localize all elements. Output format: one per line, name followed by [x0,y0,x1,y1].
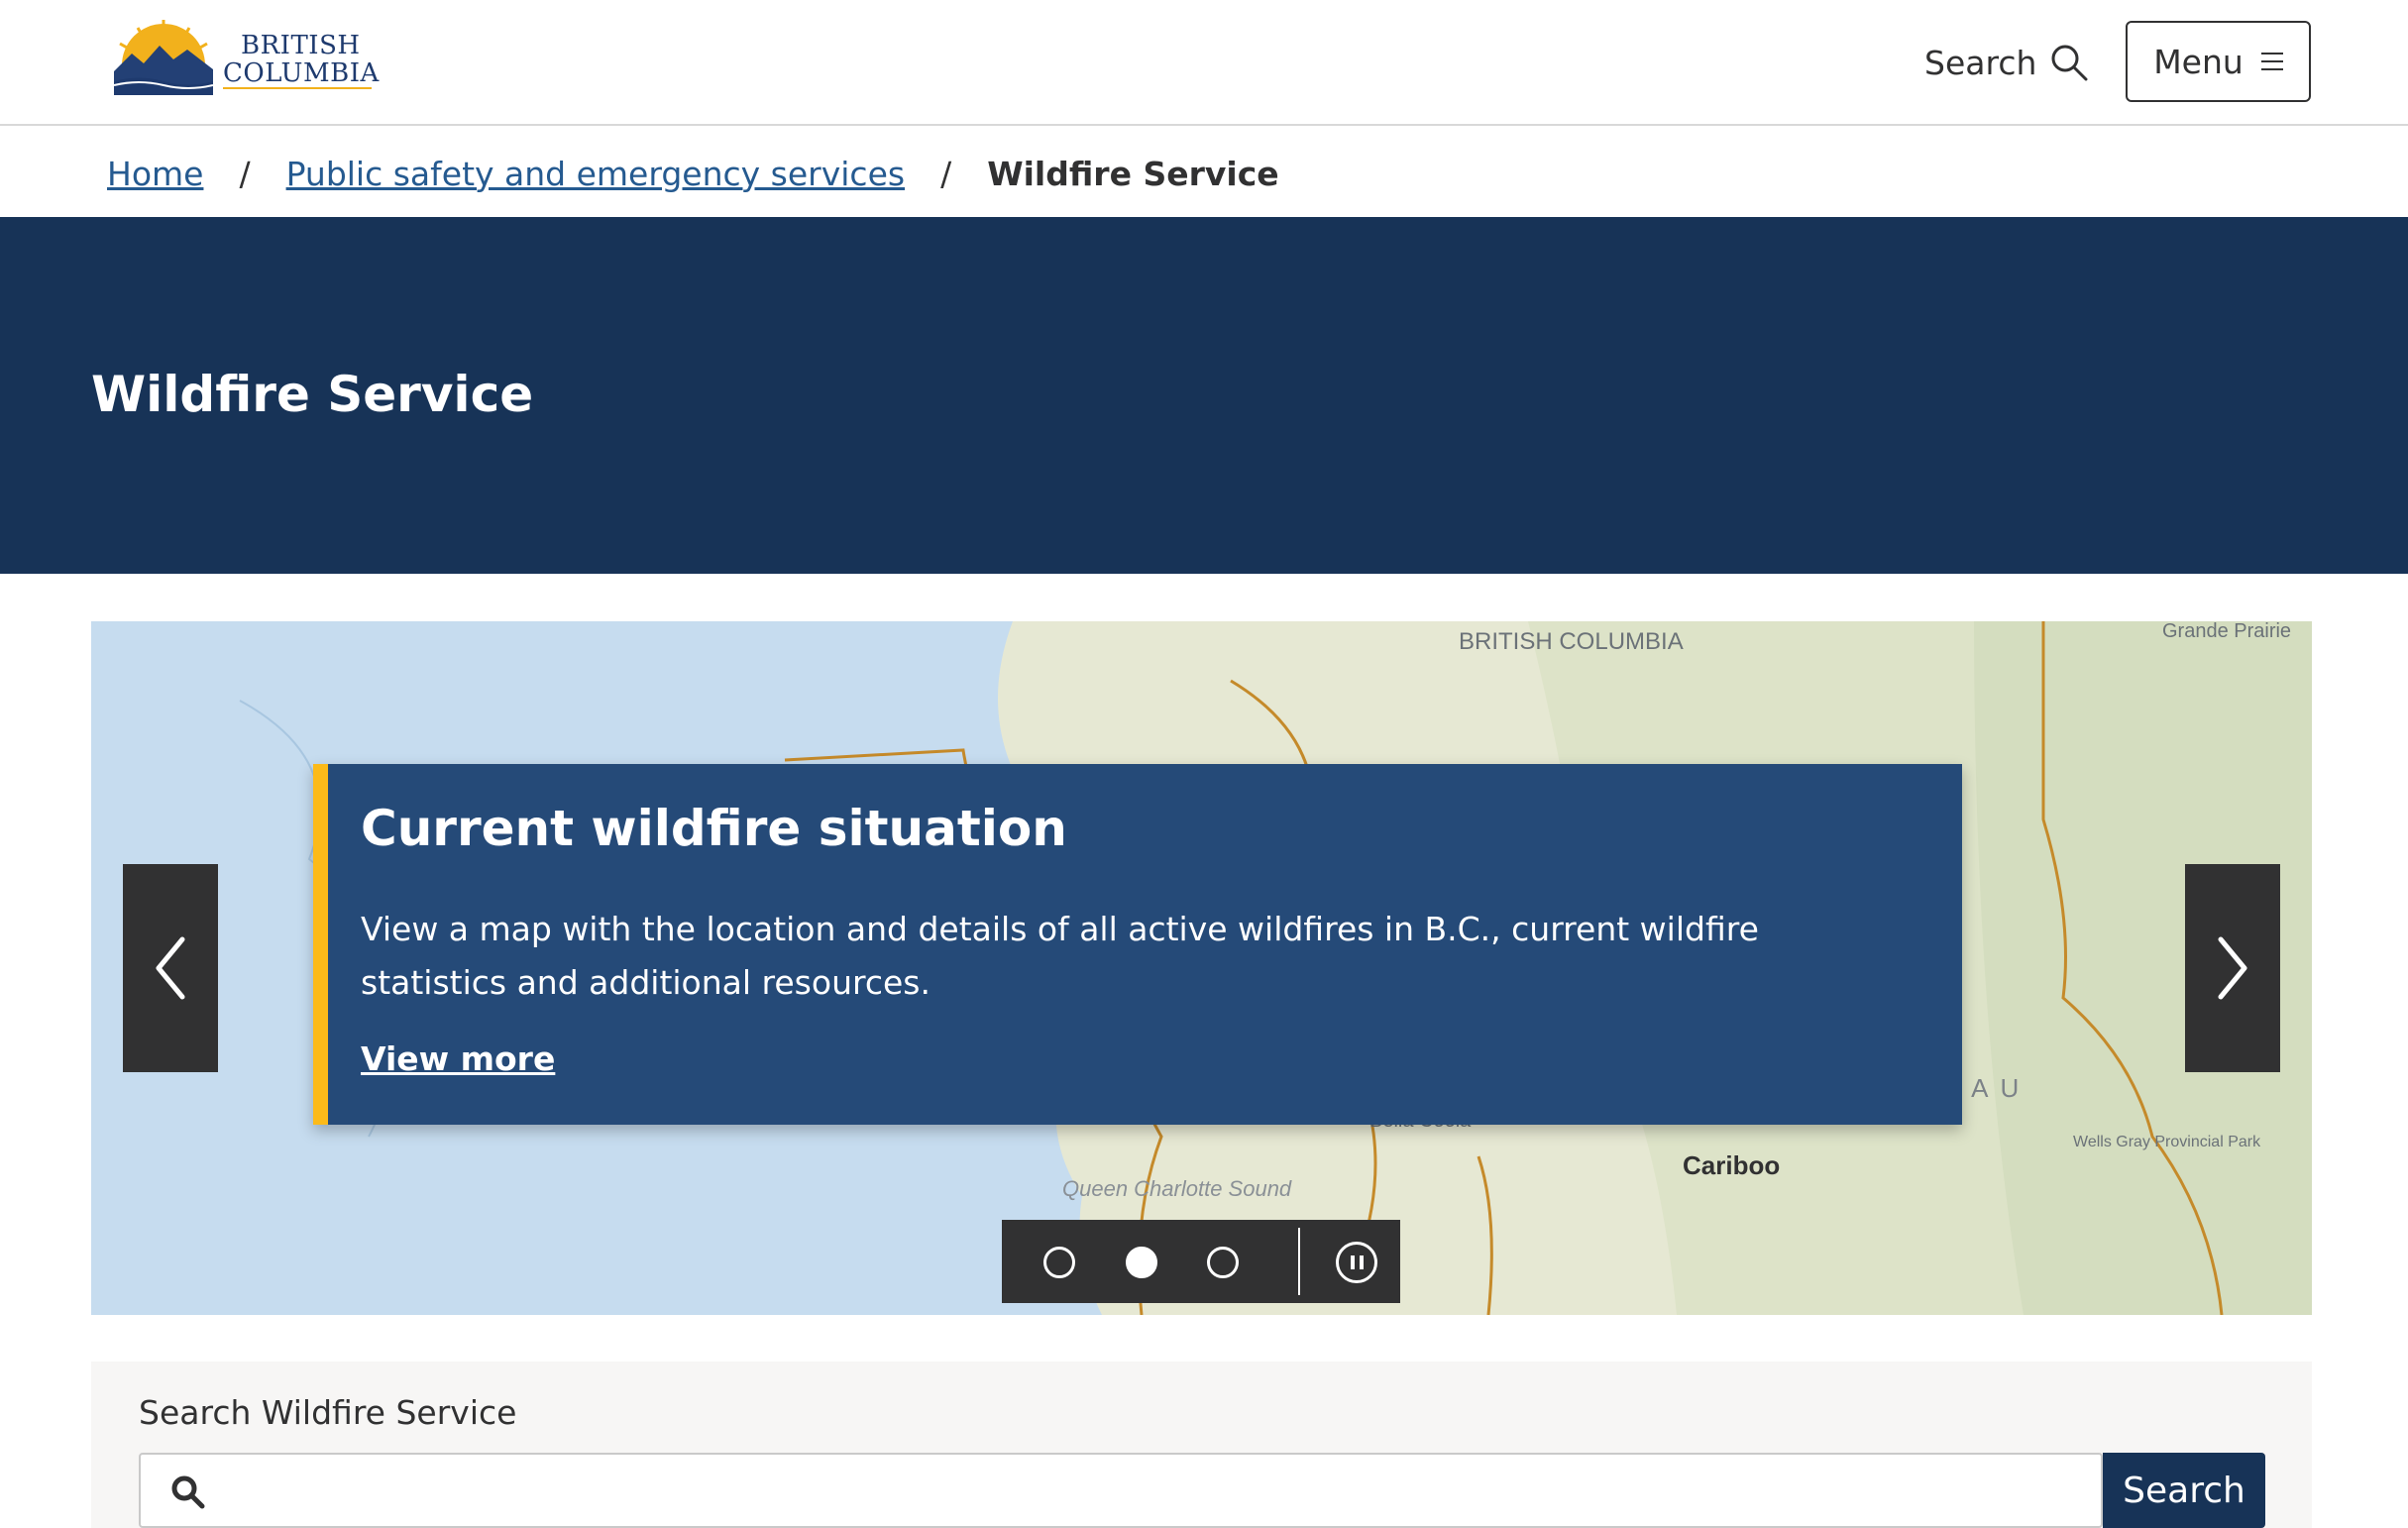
breadcrumb-public-safety-link[interactable]: Public safety and emergency services [286,155,906,193]
hero-carousel: BRITISH COLUMBIA FRASER PLATEAU Cariboo … [91,621,2312,1315]
controls-divider [1298,1228,1300,1295]
chevron-right-icon [2218,936,2247,1000]
bc-sun-logo-icon [113,20,214,95]
search-submit-button[interactable]: Search [2103,1453,2265,1528]
breadcrumb-current: Wildfire Service [987,154,1279,193]
search-section-label: Search Wildfire Service [139,1393,517,1432]
search-section: Search Wildfire Service Search [91,1362,2312,1528]
bc-gov-logo[interactable]: British Columbia [113,20,382,95]
search-input[interactable] [139,1453,2103,1528]
breadcrumb: Home / Public safety and emergency servi… [107,149,1279,198]
page-title: Wildfire Service [91,366,534,423]
carousel-slide-card: Current wildfire situation View a map wi… [313,764,1962,1125]
breadcrumb-separator: / [940,154,952,193]
carousel-controls [1002,1220,1400,1303]
logo-underline [223,87,372,89]
page-banner: Wildfire Service [0,217,2408,574]
logo-line-2: Columbia [223,58,380,88]
logo-wordmark: British Columbia [223,32,380,87]
slide-title: Current wildfire situation [361,800,1067,857]
header-search-button[interactable]: Search [1924,38,2088,87]
pause-icon [1351,1255,1355,1269]
hamburger-icon [2260,53,2283,70]
carousel-dot-2[interactable] [1126,1247,1157,1278]
view-more-link[interactable]: View more [361,1039,555,1078]
breadcrumb-separator: / [239,154,251,193]
map-label-province: BRITISH COLUMBIA [1459,628,1684,655]
search-icon [171,1475,205,1509]
header-search-label: Search [1924,43,2037,82]
carousel-next-button[interactable] [2185,864,2280,1072]
pause-button[interactable] [1336,1242,1377,1283]
carousel-prev-button[interactable] [123,864,218,1072]
map-label-park: Wells Gray Provincial Park [2073,1134,2261,1150]
breadcrumb-home-link[interactable]: Home [107,155,203,193]
chevron-left-icon [156,936,185,1000]
search-icon [2051,45,2088,81]
carousel-dot-3[interactable] [1207,1247,1239,1278]
menu-label: Menu [2153,42,2244,81]
slide-description: View a map with the location and details… [361,910,1759,1002]
map-label-city-3: Grande Prairie [2162,621,2291,642]
map-label-region: Cariboo [1683,1150,1780,1180]
menu-button[interactable]: Menu [2126,21,2311,102]
carousel-dot-1[interactable] [1043,1247,1075,1278]
site-header: British Columbia Search Menu [0,0,2408,126]
map-label-island: Queen Charlotte Sound [1062,1176,1292,1201]
logo-line-1: British [241,31,361,60]
